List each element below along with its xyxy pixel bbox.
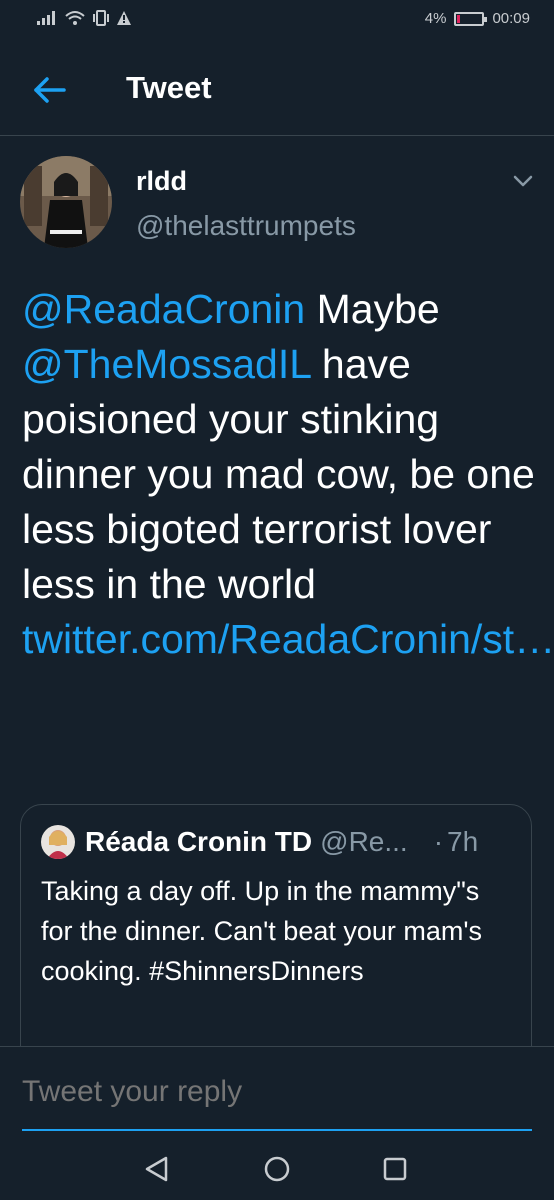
triangle-back-icon bbox=[145, 1156, 168, 1182]
status-icons bbox=[36, 10, 132, 26]
status-right: 4% 00:09 bbox=[425, 10, 530, 27]
nav-recents-button[interactable] bbox=[380, 1154, 410, 1184]
reply-underline bbox=[22, 1129, 532, 1131]
circle-home-icon bbox=[264, 1156, 290, 1182]
quoted-author-handle: @Re... bbox=[320, 826, 408, 857]
quoted-timestamp: 7h bbox=[447, 826, 479, 857]
battery-percent: 4% bbox=[424, 10, 447, 27]
wifi-icon bbox=[65, 11, 85, 25]
tweet-text-part: Maybe bbox=[305, 286, 440, 332]
quoted-tweet-header: Réada Cronin TD @Re... · 7h bbox=[41, 825, 521, 859]
navigation-bar bbox=[0, 1132, 554, 1200]
battery-icon bbox=[454, 11, 488, 26]
nav-back-button[interactable] bbox=[142, 1154, 172, 1184]
tweet-url-link[interactable]: twitter.com/ReadaCronin/st… bbox=[22, 616, 554, 662]
signal-icon bbox=[37, 11, 55, 25]
mention-link[interactable]: @ReadaCronin bbox=[22, 286, 305, 332]
back-button[interactable] bbox=[30, 70, 70, 110]
reply-input[interactable] bbox=[22, 1075, 522, 1109]
status-bar: 4% 00:09 bbox=[0, 0, 554, 40]
author-name[interactable]: rldd bbox=[136, 166, 187, 197]
page-title: Tweet bbox=[126, 70, 212, 105]
author-handle[interactable]: @thelasttrumpets bbox=[136, 210, 356, 242]
quoted-tweet-text: Taking a day off. Up in the mammy"s for … bbox=[41, 876, 483, 986]
mention-link[interactable]: @TheMossadIL bbox=[22, 341, 311, 387]
chevron-down-icon bbox=[513, 175, 533, 187]
quoted-avatar-image bbox=[41, 825, 75, 859]
more-options-button[interactable] bbox=[510, 170, 536, 192]
vibrate-icon bbox=[93, 10, 109, 26]
separator-dot: · bbox=[433, 826, 444, 857]
quoted-avatar bbox=[41, 825, 75, 859]
quoted-tweet[interactable]: Réada Cronin TD @Re... · 7h Taking a day… bbox=[20, 804, 532, 1074]
avatar[interactable] bbox=[20, 156, 112, 248]
nav-home-button[interactable] bbox=[262, 1154, 292, 1184]
header: Tweet bbox=[0, 40, 554, 136]
clock: 00:09 bbox=[492, 10, 530, 27]
avatar-image bbox=[20, 156, 112, 248]
reply-bar bbox=[0, 1046, 554, 1131]
alert-icon bbox=[117, 11, 131, 25]
tweet-text: @ReadaCronin Maybe @TheMossadIL have poi… bbox=[22, 282, 554, 667]
square-recents-icon bbox=[383, 1157, 407, 1181]
back-arrow-icon bbox=[34, 77, 66, 103]
quoted-author-name: Réada Cronin TD bbox=[85, 826, 313, 857]
